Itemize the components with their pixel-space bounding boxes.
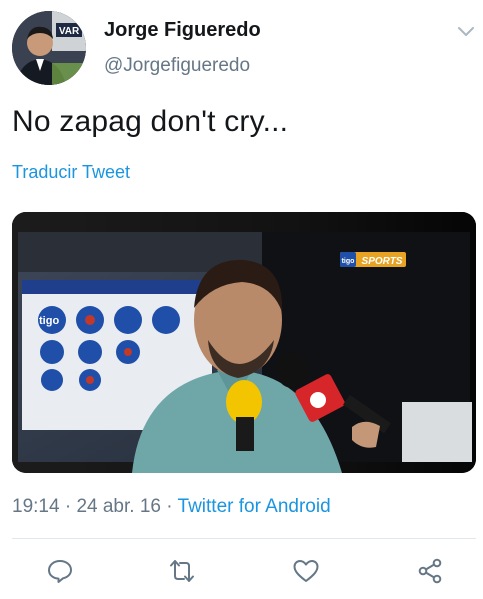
meta-separator: · [64,496,72,517]
tweet-source-link[interactable]: Twitter for Android [178,496,331,517]
like-icon [293,560,319,582]
retweet-button[interactable] [166,555,198,587]
author-name[interactable]: Jorge Figueredo [104,19,261,42]
avatar[interactable]: VAR [12,11,86,85]
channel-logo-prefix: tigo [342,258,355,265]
chevron-down-icon[interactable] [455,20,477,42]
avatar-image: VAR [12,11,86,85]
reply-button[interactable] [44,555,76,587]
tweet-meta: 19:14 · 24 abr. 16 · Twitter for Android [12,496,331,518]
backdrop-brand: tigo [39,315,59,327]
author-handle[interactable]: @Jorgefigueredo [104,55,250,77]
like-button[interactable] [290,555,322,587]
translate-tweet-link[interactable]: Traducir Tweet [12,162,130,183]
channel-logo: SPORTS [362,256,403,267]
tweet-date: 24 abr. 16 [76,496,161,517]
reply-icon [48,560,72,583]
meta-separator: · [166,496,173,517]
share-icon [418,558,442,584]
tweet-time: 19:14 [12,496,60,517]
avatar-badge: VAR [59,26,80,37]
divider [12,538,476,539]
tweet-text: No zapag don't cry... [12,105,289,138]
retweet-icon [170,560,194,582]
tweet-photo-image: tigo tigo SPORTS [12,212,476,473]
share-button[interactable] [414,555,446,587]
tweet-photo[interactable]: tigo tigo SPORTS [12,212,476,473]
